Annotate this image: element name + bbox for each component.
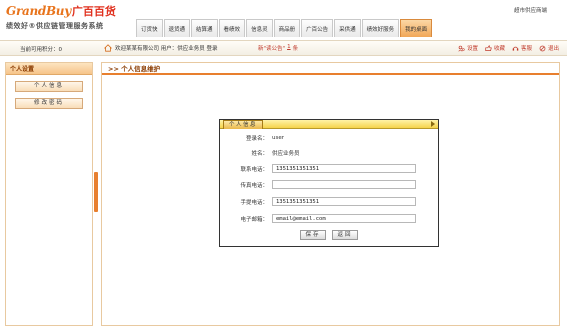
- tab-catalog[interactable]: 商品册: [273, 19, 301, 37]
- customer-service-label: 客服: [520, 46, 532, 52]
- sidebar-item-change-password[interactable]: 修改密码: [15, 98, 83, 109]
- fax-field[interactable]: [272, 180, 416, 189]
- tab-order[interactable]: 订货快: [136, 19, 163, 37]
- favorites-button[interactable]: 收藏: [485, 44, 505, 52]
- name-row: 姓名： 供应业务员: [220, 147, 438, 158]
- tab-procurement[interactable]: 采供通: [334, 19, 361, 37]
- phone-field[interactable]: [272, 164, 416, 173]
- tagline: 绩效好®供应链管理服务系统: [6, 22, 104, 30]
- logo: GrandBuy 广百百货: [6, 3, 116, 19]
- tab-returns[interactable]: 退货通: [163, 19, 191, 37]
- customer-service-button[interactable]: 客服: [512, 44, 532, 52]
- toolbar: 设置 收藏 客服 退出: [458, 44, 559, 52]
- points-balance: 当前可用积分：0: [20, 47, 62, 53]
- fax-label: 传真电话：: [240, 182, 268, 189]
- header: GrandBuy 广百百货 绩效好®供应链管理服务系统 超市供应商端 订货快 退…: [0, 0, 567, 40]
- name-label: 姓名：: [251, 150, 268, 157]
- logout-label: 退出: [547, 46, 559, 52]
- email-label: 电子邮箱：: [240, 216, 268, 223]
- name-value: 供应业务员: [272, 150, 300, 157]
- save-button[interactable]: 保存: [300, 230, 326, 240]
- phone-label: 联系电话：: [240, 166, 268, 173]
- welcome-message: 欢迎某某有限公司 用户：供应业务员 登录: [103, 44, 218, 52]
- panel-tab: 个人信息: [223, 120, 264, 129]
- mobile-field[interactable]: [272, 197, 416, 206]
- login-label: 登录名：: [245, 135, 268, 142]
- back-button[interactable]: 返回: [332, 230, 358, 240]
- phone-row: 联系电话：: [220, 163, 438, 174]
- sidebar-title: 个人设置: [6, 63, 92, 75]
- fax-row: 传真电话：: [220, 179, 438, 190]
- notice-suffix: 条: [292, 46, 299, 52]
- favorites-label: 收藏: [493, 46, 505, 52]
- main-content: >> 个人信息维护 个人信息 登录名： user 姓名： 供应业务员 联系电话：…: [101, 62, 560, 326]
- personal-info-panel: 个人信息 登录名： user 姓名： 供应业务员 联系电话： 传真电话： 手提电…: [219, 119, 439, 247]
- logo-english: GrandBuy: [6, 4, 71, 18]
- form-actions: 保存 返回: [220, 230, 438, 240]
- tab-announcements[interactable]: 广百公告: [301, 19, 334, 37]
- page-title: >> 个人信息维护: [102, 63, 559, 75]
- settings-label: 设置: [466, 46, 478, 52]
- arrow-right-icon: [431, 121, 435, 127]
- email-field[interactable]: [272, 214, 416, 223]
- announcement-notice[interactable]: 新"读公告" 1 条: [258, 44, 298, 52]
- tab-my-desktop[interactable]: 我的桌面: [400, 19, 433, 37]
- sidebar-item-personal-info[interactable]: 个人信息: [15, 81, 83, 92]
- email-row: 电子邮箱：: [220, 213, 438, 224]
- favorites-icon: [485, 44, 492, 51]
- customer-service-icon: [512, 46, 519, 51]
- home-icon[interactable]: [103, 44, 113, 52]
- mobile-row: 手提电话：: [220, 196, 438, 207]
- settings-button[interactable]: 设置: [458, 44, 478, 52]
- panel-header: 个人信息: [220, 120, 438, 129]
- sidebar: 个人设置 个人信息 修改密码: [5, 62, 93, 326]
- tab-performance[interactable]: 看绩效: [218, 19, 246, 37]
- logout-button[interactable]: 退出: [539, 44, 559, 52]
- main-nav: 订货快 退货通 结算通 看绩效 信息灵 商品册 广百公告 采供通 绩效好服务 我…: [136, 19, 433, 37]
- welcome-text: 欢迎某某有限公司 用户：供应业务员 登录: [115, 46, 218, 52]
- logo-chinese: 广百百货: [71, 5, 116, 18]
- tab-settlement[interactable]: 结算通: [191, 19, 218, 37]
- notice-prefix: 新"读公告": [258, 46, 286, 52]
- info-bar: 当前可用积分：0 欢迎某某有限公司 用户：供应业务员 登录 新"读公告" 1 条…: [0, 40, 567, 56]
- settings-icon: [458, 45, 465, 52]
- supplier-portal-link[interactable]: 超市供应商端: [514, 6, 547, 14]
- notice-count[interactable]: 1: [287, 44, 291, 52]
- tab-service[interactable]: 绩效好服务: [361, 19, 400, 37]
- login-value: user: [272, 134, 284, 141]
- logout-icon: [539, 45, 546, 51]
- tab-information[interactable]: 信息灵: [246, 19, 273, 37]
- sidebar-collapse-handle[interactable]: [94, 172, 98, 212]
- mobile-label: 手提电话：: [240, 199, 268, 206]
- login-row: 登录名： user: [220, 132, 438, 143]
